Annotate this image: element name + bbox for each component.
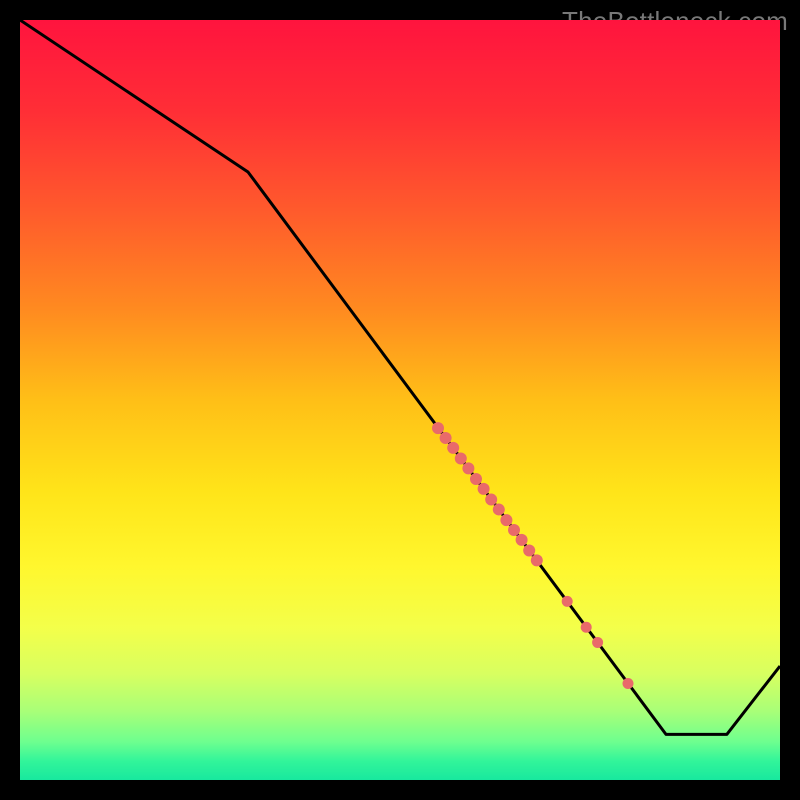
marker-point: [462, 462, 474, 474]
marker-point: [432, 422, 444, 434]
marker-point: [516, 534, 528, 546]
marker-point: [485, 494, 497, 506]
marker-point: [478, 483, 490, 495]
chart-svg: [20, 20, 780, 780]
chart-frame: TheBottleneck.com: [0, 0, 800, 800]
marker-point: [531, 554, 543, 566]
marker-point: [523, 544, 535, 556]
marker-point: [447, 442, 459, 454]
gradient-background: [20, 20, 780, 780]
marker-point: [623, 678, 634, 689]
marker-point: [592, 637, 603, 648]
plot-area: [20, 20, 780, 780]
marker-point: [581, 622, 592, 633]
marker-point: [455, 453, 467, 465]
marker-point: [562, 596, 573, 607]
marker-point: [508, 524, 520, 536]
marker-point: [500, 514, 512, 526]
marker-point: [470, 473, 482, 485]
marker-point: [440, 432, 452, 444]
marker-point: [493, 503, 505, 515]
